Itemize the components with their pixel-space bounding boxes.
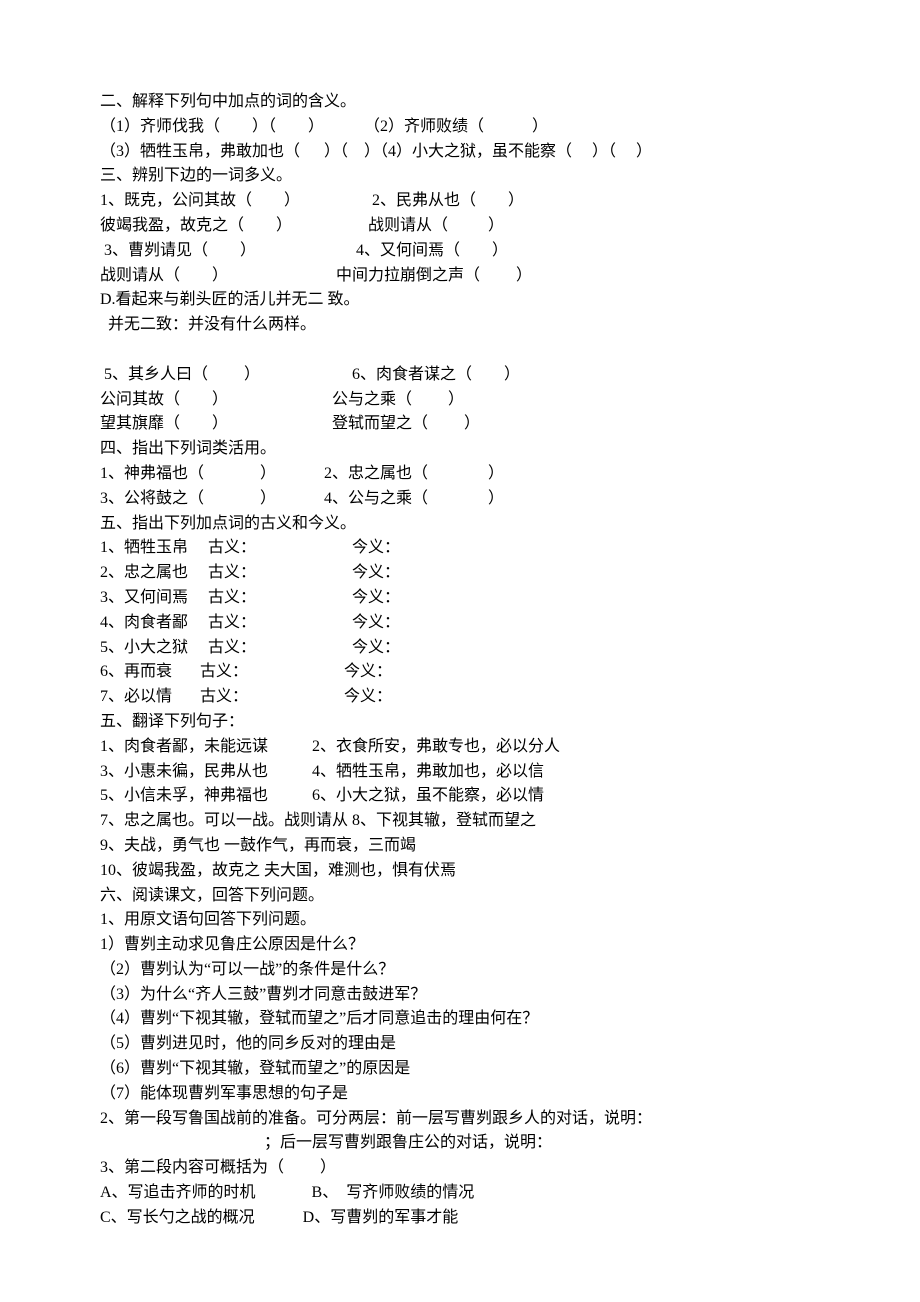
section-4-title: 四、指出下列词类活用。: [100, 437, 820, 462]
q6-3-optA: A、写追击齐师的时机 B、 写齐师败绩的情况: [100, 1181, 820, 1206]
q5-r1: 1、牺牲玉帛 古义： 今义：: [100, 536, 820, 561]
q3-1a: 1、既克，公问其故（ ） 2、民弗从也（ ）: [100, 189, 820, 214]
section-3-title: 三、辨别下边的一词多义。: [100, 164, 820, 189]
document-page: 二、解释下列句中加点的词的含义。 （1）齐师伐我（ ）（ ） （2）齐师败绩（ …: [0, 0, 920, 1302]
tr-5: 9、夫战，勇气也 一鼓作气，再而衰，三而竭: [100, 834, 820, 859]
q6-1-4: （4）曹刿“下视其辙，登轼而望之”后才同意追击的理由何在？: [100, 1007, 820, 1032]
q6-2a: 2、第一段写鲁国战前的准备。可分两层：前一层写曹刿跟乡人的对话，说明：: [100, 1107, 820, 1132]
q6-1-3: （3）为什么“齐人三鼓”曹刿才同意击鼓进军？: [100, 983, 820, 1008]
q3-3a: 5、其乡人曰（ ） 6、肉食者谋之（ ）: [100, 363, 820, 388]
q2-line2: （3）牺牲玉帛，弗敢加也（ ）（ ）（4）小大之狱，虽不能察（ ）（ ）: [100, 140, 820, 165]
q3-3b: 公问其故（ ） 公与之乘（ ）: [100, 388, 820, 413]
tr-4: 7、忠之属也。可以一战。战则请从 8、下视其辙，登轼而望之: [100, 809, 820, 834]
q6-1-2: （2）曹刿认为“可以一战”的条件是什么？: [100, 958, 820, 983]
s3-d1: D.看起来与剃头匠的活儿并无二 致。: [100, 288, 820, 313]
section-5b-title: 五、翻译下列句子：: [100, 710, 820, 735]
q6-1-1: 1）曹刿主动求见鲁庄公原因是什么？: [100, 933, 820, 958]
tr-1: 1、肉食者鄙，未能远谋 2、衣食所安，弗敢专也，必以分人: [100, 735, 820, 760]
q3-2a: 3、曹刿请见（ ） 4、又何间焉（ ）: [100, 239, 820, 264]
q5-r4: 4、肉食者鄙 古义： 今义：: [100, 611, 820, 636]
s3-d2: 并无二致：并没有什么两样。: [100, 313, 820, 338]
q4-l1: 1、神弗福也（ ） 2、忠之属也（ ）: [100, 462, 820, 487]
q5-r2: 2、忠之属也 古义： 今义：: [100, 561, 820, 586]
tr-6: 10、彼竭我盈，故克之 夫大国，难测也，惧有伏焉: [100, 859, 820, 884]
q6-2b: ；后一层写曹刿跟鲁庄公的对话，说明：: [100, 1131, 820, 1156]
q6-1-7: （7）能体现曹刿军事思想的句子是: [100, 1082, 820, 1107]
q4-l2: 3、公将鼓之（ ） 4、公与之乘（ ）: [100, 487, 820, 512]
section-6-title: 六、阅读课文，回答下列问题。: [100, 884, 820, 909]
section-2-title: 二、解释下列句中加点的词的含义。: [100, 90, 820, 115]
q2-line1: （1）齐师伐我（ ）（ ） （2）齐师败绩（ ）: [100, 115, 820, 140]
q5-r6: 6、再而衰 古义： 今义：: [100, 660, 820, 685]
q3-1b: 彼竭我盈，故克之（ ） 战则请从（ ）: [100, 214, 820, 239]
tr-3: 5、小信未孚，神弗福也 6、小大之狱，虽不能察，必以情: [100, 784, 820, 809]
q3-2b: 战则请从（ ） 中间力拉崩倒之声（ ）: [100, 264, 820, 289]
blank-line: [100, 338, 820, 363]
section-5-title: 五、指出下列加点词的古义和今义。: [100, 512, 820, 537]
q5-r3: 3、又何间焉 古义： 今义：: [100, 586, 820, 611]
q6-1-5: （5）曹刿进见时，他的同乡反对的理由是: [100, 1032, 820, 1057]
q6-3-optC: C、写长勺之战的概况 D、写曹刿的军事才能: [100, 1206, 820, 1231]
q6-1: 1、用原文语句回答下列问题。: [100, 908, 820, 933]
q6-1-6: （6）曹刿“下视其辙，登轼而望之”的原因是: [100, 1057, 820, 1082]
q5-r5: 5、小大之狱 古义： 今义：: [100, 636, 820, 661]
tr-2: 3、小惠未徧，民弗从也 4、牺牲玉帛，弗敢加也，必以信: [100, 760, 820, 785]
q5-r7: 7、必以情 古义： 今义：: [100, 685, 820, 710]
q6-3: 3、第二段内容可概括为（ ）: [100, 1156, 820, 1181]
q3-3c: 望其旗靡（ ） 登轼而望之（ ）: [100, 412, 820, 437]
